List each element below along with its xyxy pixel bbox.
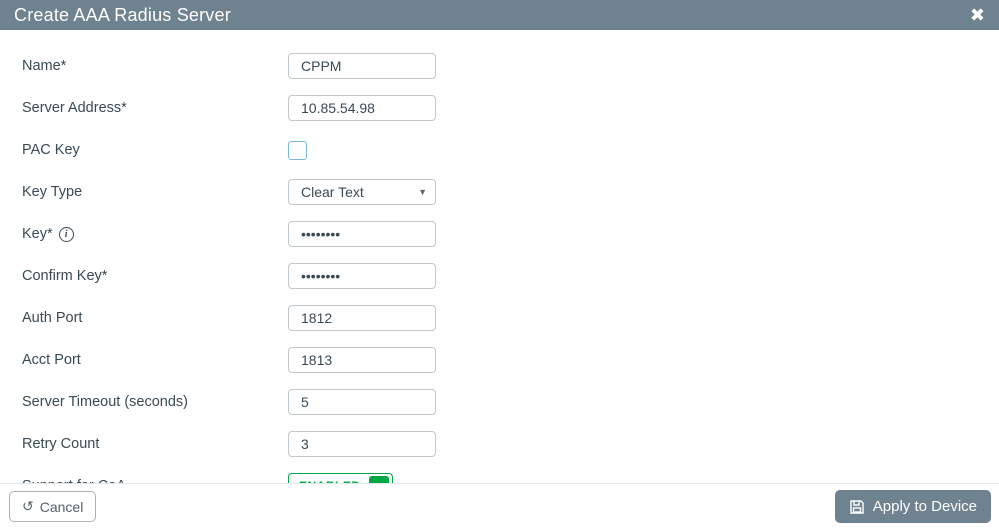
input-server-timeout[interactable] xyxy=(288,389,436,415)
input-retry-count[interactable] xyxy=(288,431,436,457)
select-key-type-value: Clear Text xyxy=(301,184,364,200)
label-confirm-key: Confirm Key* xyxy=(22,268,288,284)
close-icon[interactable]: ✖ xyxy=(970,6,985,24)
row-server-timeout: Server Timeout (seconds) xyxy=(22,388,977,416)
row-auth-port: Auth Port xyxy=(22,304,977,332)
input-auth-port[interactable] xyxy=(288,305,436,331)
row-pac-key: PAC Key xyxy=(22,136,977,164)
label-name: Name* xyxy=(22,58,288,74)
row-key: Key* i xyxy=(22,220,977,248)
save-icon xyxy=(849,499,865,515)
label-key-text: Key* xyxy=(22,226,53,242)
input-name[interactable] xyxy=(288,53,436,79)
info-icon[interactable]: i xyxy=(59,227,74,242)
modal-footer: ↻ Cancel Apply to Device xyxy=(0,483,999,530)
input-confirm-key[interactable] xyxy=(288,263,436,289)
row-acct-port: Acct Port xyxy=(22,346,977,374)
undo-icon: ↻ xyxy=(22,498,34,515)
cancel-button[interactable]: ↻ Cancel xyxy=(9,491,96,522)
apply-button-label: Apply to Device xyxy=(873,498,977,515)
select-key-type[interactable]: Clear Text ▼ xyxy=(288,179,436,205)
form-body: Name* Server Address* PAC Key Key Type C… xyxy=(0,30,999,522)
apply-button[interactable]: Apply to Device xyxy=(835,490,991,523)
row-retry-count: Retry Count xyxy=(22,430,977,458)
label-acct-port: Acct Port xyxy=(22,352,288,368)
row-confirm-key: Confirm Key* xyxy=(22,262,977,290)
label-key: Key* i xyxy=(22,226,288,242)
label-server-address: Server Address* xyxy=(22,100,288,116)
row-key-type: Key Type Clear Text ▼ xyxy=(22,178,977,206)
cancel-button-label: Cancel xyxy=(40,499,84,515)
modal-header: Create AAA Radius Server ✖ xyxy=(0,0,999,30)
input-acct-port[interactable] xyxy=(288,347,436,373)
label-server-timeout: Server Timeout (seconds) xyxy=(22,394,288,410)
row-server-address: Server Address* xyxy=(22,94,977,122)
label-key-type: Key Type xyxy=(22,184,288,200)
modal-title: Create AAA Radius Server xyxy=(14,5,231,26)
label-auth-port: Auth Port xyxy=(22,310,288,326)
input-key[interactable] xyxy=(288,221,436,247)
checkbox-pac-key[interactable] xyxy=(288,141,307,160)
label-retry-count: Retry Count xyxy=(22,436,288,452)
chevron-down-icon: ▼ xyxy=(418,187,427,197)
input-server-address[interactable] xyxy=(288,95,436,121)
label-pac-key: PAC Key xyxy=(22,142,288,158)
row-name: Name* xyxy=(22,52,977,80)
